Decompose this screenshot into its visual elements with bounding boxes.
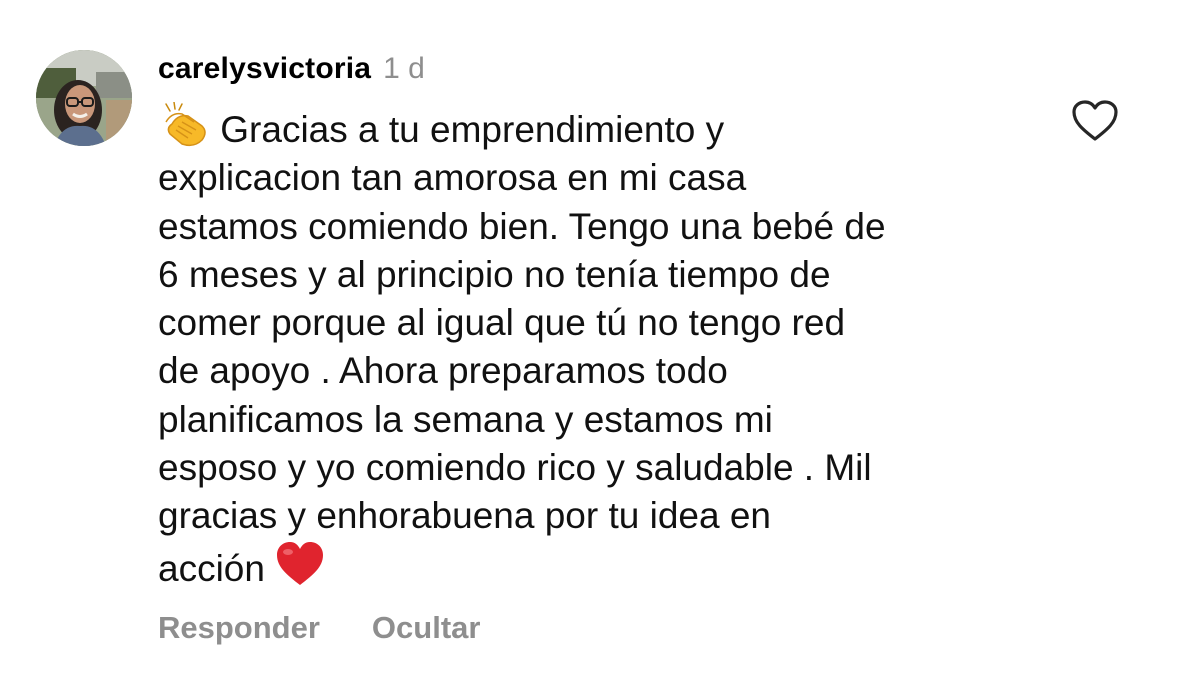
comment-line-text: Gracias a tu emprendimiento y xyxy=(220,109,725,150)
comment-line: gracias y enhorabuena por tu idea en xyxy=(158,495,771,537)
clapping-hands-emoji xyxy=(158,102,210,148)
comment-line: de apoyo . Ahora preparamos todo xyxy=(158,350,728,392)
comment-line: acción xyxy=(158,541,1038,593)
comment-header: carelysvictoria 1 d xyxy=(158,52,425,92)
comment-line: Gracias a tu emprendimiento y xyxy=(158,102,1038,154)
reply-button[interactable]: Responder xyxy=(158,610,320,646)
comment-line: 6 meses y al principio no tenía tiempo d… xyxy=(158,253,831,295)
like-button[interactable] xyxy=(1070,98,1120,144)
comment-line: estamos comiendo bien. Tengo una bebé de xyxy=(158,205,886,247)
avatar[interactable] xyxy=(36,50,132,146)
avatar-photo xyxy=(36,50,132,146)
heart-outline-icon xyxy=(1072,100,1118,141)
hide-button[interactable]: Ocultar xyxy=(372,610,481,646)
comment-actions: Responder Ocultar xyxy=(158,610,480,646)
comment-text: Gracias a tu emprendimiento y explicacio… xyxy=(158,102,1038,593)
comment-line: explicacion tan amorosa en mi casa xyxy=(158,157,747,199)
comment-line-text: acción xyxy=(158,547,265,589)
comment-line: comer porque al igual que tú no tengo re… xyxy=(158,302,846,344)
username-link[interactable]: carelysvictoria xyxy=(158,52,371,86)
comment-line: planificamos la semana y estamos mi xyxy=(158,398,773,440)
comment-line: esposo y yo comiendo rico y saludable . … xyxy=(158,447,872,489)
comment: carelysvictoria 1 d Gracias a tu emprend… xyxy=(0,0,1179,692)
red-heart-emoji xyxy=(275,541,325,587)
comment-timestamp[interactable]: 1 d xyxy=(383,52,425,86)
